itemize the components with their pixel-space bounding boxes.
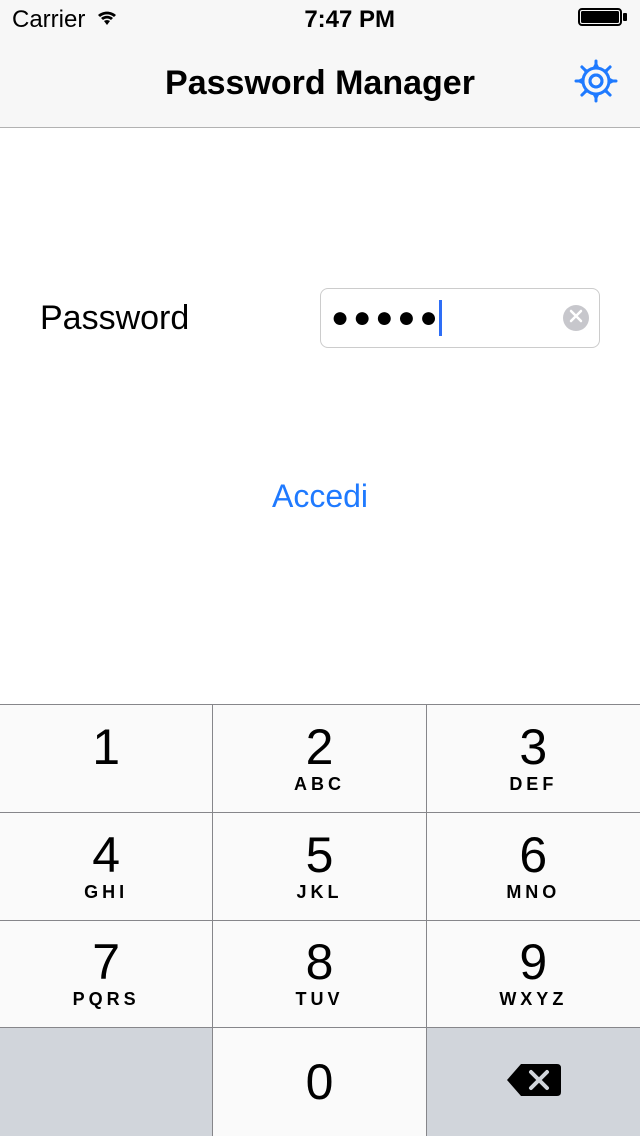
battery-icon bbox=[578, 6, 628, 34]
keypad-key-4[interactable]: 4 GHI bbox=[0, 813, 213, 921]
keypad-key-7[interactable]: 7 PQRS bbox=[0, 921, 213, 1029]
password-row: Password ●●●●● bbox=[0, 288, 640, 348]
status-left: Carrier bbox=[12, 6, 121, 34]
numeric-keypad: 1 2 ABC 3 DEF 4 GHI 5 JKL 6 MNO 7 PQRS 8… bbox=[0, 704, 640, 1136]
password-value: ●●●●● bbox=[331, 301, 442, 335]
status-right bbox=[578, 6, 628, 34]
keypad-key-9[interactable]: 9 WXYZ bbox=[427, 921, 640, 1029]
password-input[interactable]: ●●●●● bbox=[320, 288, 600, 348]
password-label: Password bbox=[40, 299, 320, 338]
close-icon bbox=[569, 309, 583, 328]
keypad-key-0[interactable]: 0 bbox=[213, 1028, 426, 1136]
keypad-key-6[interactable]: 6 MNO bbox=[427, 813, 640, 921]
carrier-label: Carrier bbox=[12, 6, 85, 34]
keypad-blank bbox=[0, 1028, 213, 1136]
login-button[interactable]: Accedi bbox=[0, 478, 640, 515]
page-title: Password Manager bbox=[165, 64, 475, 103]
settings-button[interactable] bbox=[568, 56, 624, 112]
keypad-key-8[interactable]: 8 TUV bbox=[213, 921, 426, 1029]
status-bar: Carrier 7:47 PM bbox=[0, 0, 640, 40]
wifi-icon bbox=[93, 6, 121, 34]
nav-bar: Password Manager bbox=[0, 40, 640, 128]
backspace-icon bbox=[505, 1060, 561, 1105]
text-cursor bbox=[439, 300, 442, 336]
keypad-key-1[interactable]: 1 bbox=[0, 705, 213, 813]
keypad-delete[interactable] bbox=[427, 1028, 640, 1136]
keypad-key-5[interactable]: 5 JKL bbox=[213, 813, 426, 921]
keypad-key-3[interactable]: 3 DEF bbox=[427, 705, 640, 813]
keypad-key-2[interactable]: 2 ABC bbox=[213, 705, 426, 813]
content-area: Password ●●●●● Accedi bbox=[0, 288, 640, 515]
gear-icon bbox=[574, 59, 618, 108]
status-time: 7:47 PM bbox=[121, 6, 578, 34]
clear-button[interactable] bbox=[563, 305, 589, 331]
